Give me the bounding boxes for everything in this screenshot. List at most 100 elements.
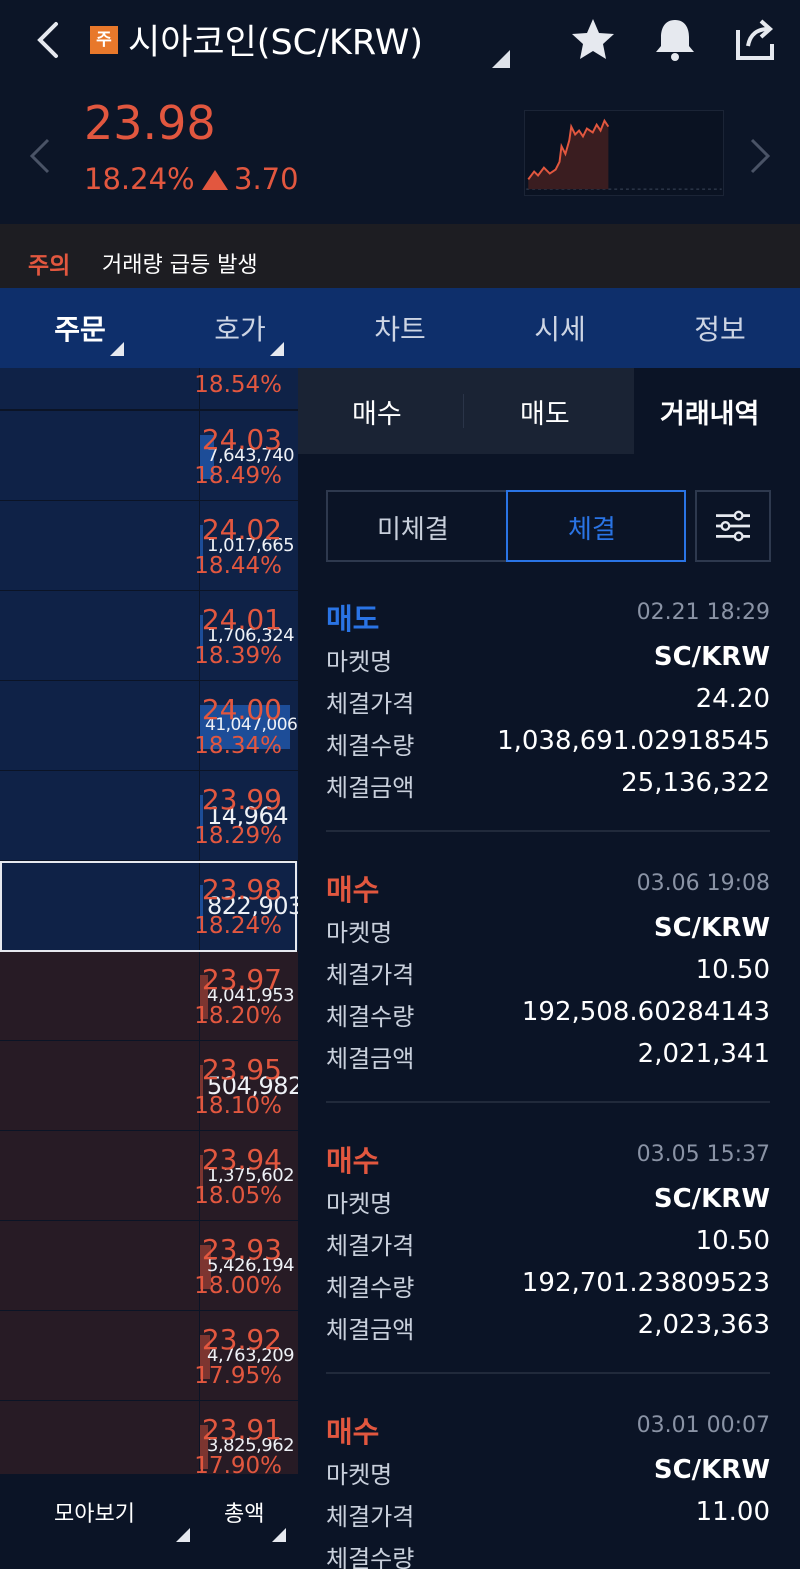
row-percent: 18.39% bbox=[194, 643, 282, 669]
qty-value: 192,701.23809523 bbox=[521, 1268, 770, 1298]
star-icon[interactable] bbox=[568, 16, 618, 62]
coin-title[interactable]: 시아코인(SC/KRW) bbox=[128, 14, 423, 65]
orderbook-row[interactable]: 1,706,324 24.01 18.39% bbox=[0, 591, 298, 681]
trade-date: 02.21 18:29 bbox=[636, 600, 770, 625]
qty-label: 체결수량 bbox=[326, 732, 415, 760]
row-percent: 17.95% bbox=[194, 1363, 282, 1389]
back-icon[interactable] bbox=[30, 18, 70, 62]
filter-icon[interactable] bbox=[695, 490, 771, 562]
row-percent: 18.05% bbox=[194, 1183, 282, 1209]
amount-value: 2,021,341 bbox=[637, 1039, 770, 1069]
trade-item[interactable]: 매수 03.05 15:37 마켓명 SC/KRW 체결가격 10.50 체결수… bbox=[326, 1138, 770, 1348]
orderbook-row[interactable]: 18.54% bbox=[0, 368, 298, 410]
sub-tab-sell[interactable]: 매도 bbox=[520, 392, 570, 431]
market-value: SC/KRW bbox=[653, 1455, 770, 1485]
orderbook-row[interactable]: 3,825,962 23.91 17.90% bbox=[0, 1401, 298, 1474]
trade-item[interactable]: 매수 03.01 00:07 마켓명 SC/KRW 체결가격 11.00 체결수… bbox=[326, 1409, 770, 1569]
row-percent: 18.34% bbox=[194, 733, 282, 759]
amount-label: 체결금액 bbox=[326, 774, 415, 802]
orderbook-row[interactable]: 4,041,953 23.97 18.20% bbox=[0, 951, 298, 1041]
market-label: 마켓명 bbox=[326, 648, 393, 676]
caution-badge: 주 bbox=[90, 26, 118, 54]
row-percent: 18.10% bbox=[194, 1093, 282, 1119]
orderbook-row[interactable]: 504,982 23.95 18.10% bbox=[0, 1041, 298, 1131]
trade-date: 03.05 15:37 bbox=[636, 1142, 770, 1167]
price-label: 체결가격 bbox=[326, 961, 415, 989]
row-percent: 18.54% bbox=[194, 372, 282, 398]
row-price: 23.91 bbox=[201, 1413, 282, 1446]
prev-coin-icon[interactable] bbox=[28, 136, 52, 176]
row-percent: 18.44% bbox=[194, 553, 282, 579]
tab-order[interactable]: 주문 bbox=[0, 308, 160, 348]
tab-info[interactable]: 정보 bbox=[640, 308, 800, 348]
trade-item[interactable]: 매수 03.06 19:08 마켓명 SC/KRW 체결가격 10.50 체결수… bbox=[326, 867, 770, 1077]
current-price: 23.98 bbox=[84, 96, 216, 150]
trade-divider bbox=[326, 1372, 770, 1374]
share-icon[interactable] bbox=[730, 16, 780, 62]
price-label: 체결가격 bbox=[326, 1232, 415, 1260]
orderbook-row[interactable]: 5,426,194 23.93 18.00% bbox=[0, 1221, 298, 1311]
sub-tab-buy[interactable]: 매수 bbox=[352, 392, 402, 431]
sub-tab-history[interactable]: 거래내역 bbox=[660, 392, 759, 431]
total-dropdown-icon[interactable] bbox=[272, 1528, 286, 1542]
qty-value: 192,508.60284143 bbox=[521, 997, 770, 1027]
orderbook-row[interactable]: 1,375,602 23.94 18.05% bbox=[0, 1131, 298, 1221]
row-price: 23.92 bbox=[201, 1323, 282, 1356]
alert-tag: 주의 bbox=[28, 253, 71, 279]
sub-tab-divider bbox=[463, 394, 464, 428]
trade-side: 매수 bbox=[326, 873, 380, 907]
row-percent: 18.00% bbox=[194, 1273, 282, 1299]
row-price: 23.95 bbox=[201, 1053, 282, 1086]
row-price: 23.99 bbox=[201, 783, 282, 816]
tab-orderbook[interactable]: 호가 bbox=[160, 308, 320, 348]
market-value: SC/KRW bbox=[653, 642, 770, 672]
bell-icon[interactable] bbox=[650, 16, 700, 62]
alert-text: 거래량 급등 발생 bbox=[102, 253, 258, 278]
market-label: 마켓명 bbox=[326, 1461, 393, 1489]
orderbook-row[interactable]: 41,047,006 24.00 18.34% bbox=[0, 681, 298, 771]
row-percent: 18.49% bbox=[194, 463, 282, 489]
amount-label: 체결금액 bbox=[326, 1316, 415, 1344]
total-toggle-button[interactable]: 총액 bbox=[224, 1496, 264, 1528]
row-price: 24.03 bbox=[201, 423, 282, 456]
market-value: SC/KRW bbox=[653, 1184, 770, 1214]
trade-side: 매수 bbox=[326, 1415, 380, 1449]
row-price: 23.94 bbox=[201, 1143, 282, 1176]
orderbook-row[interactable]: 1,017,665 24.02 18.44% bbox=[0, 501, 298, 591]
orderbook-row[interactable]: 4,763,209 23.92 17.95% bbox=[0, 1311, 298, 1401]
trade-item[interactable]: 매도 02.21 18:29 마켓명 SC/KRW 체결가격 24.20 체결수… bbox=[326, 596, 770, 806]
tab-chart[interactable]: 차트 bbox=[320, 308, 480, 348]
amount-value: 2,023,363 bbox=[637, 1310, 770, 1340]
price-value: 10.50 bbox=[695, 955, 770, 985]
mini-chart[interactable] bbox=[524, 110, 724, 196]
row-price: 24.01 bbox=[201, 603, 282, 636]
market-label: 마켓명 bbox=[326, 919, 393, 947]
tab-orderbook-dropdown-icon[interactable] bbox=[270, 342, 284, 356]
group-view-dropdown-icon[interactable] bbox=[176, 1528, 190, 1542]
trade-date: 03.06 19:08 bbox=[636, 871, 770, 896]
row-price: 23.97 bbox=[201, 963, 282, 996]
tab-order-dropdown-icon[interactable] bbox=[110, 342, 124, 356]
price-label: 체결가격 bbox=[326, 1503, 415, 1531]
tab-price[interactable]: 시세 bbox=[480, 308, 640, 348]
amount-value: 25,136,322 bbox=[621, 768, 770, 798]
market-label: 마켓명 bbox=[326, 1190, 393, 1218]
up-triangle-icon bbox=[202, 170, 228, 190]
trade-side: 매도 bbox=[326, 602, 380, 636]
change-percent: 18.24% bbox=[84, 162, 195, 196]
row-percent: 18.20% bbox=[194, 1003, 282, 1029]
qty-label: 체결수량 bbox=[326, 1545, 415, 1569]
orderbook-row[interactable]: 7,643,740 24.03 18.49% bbox=[0, 411, 298, 501]
group-view-button[interactable]: 모아보기 bbox=[54, 1496, 135, 1528]
row-percent: 17.90% bbox=[194, 1453, 282, 1474]
price-value: 24.20 bbox=[695, 684, 770, 714]
next-coin-icon[interactable] bbox=[748, 136, 772, 176]
trade-side: 매수 bbox=[326, 1144, 380, 1178]
orderbook-row[interactable]: 14,964 23.99 18.29% bbox=[0, 771, 298, 861]
qty-label: 체결수량 bbox=[326, 1003, 415, 1031]
amount-label: 체결금액 bbox=[326, 1045, 415, 1073]
title-dropdown-icon[interactable] bbox=[492, 50, 510, 68]
row-percent: 18.29% bbox=[194, 823, 282, 849]
trade-date: 03.01 00:07 bbox=[636, 1413, 770, 1438]
change-amount: 3.70 bbox=[234, 162, 299, 196]
